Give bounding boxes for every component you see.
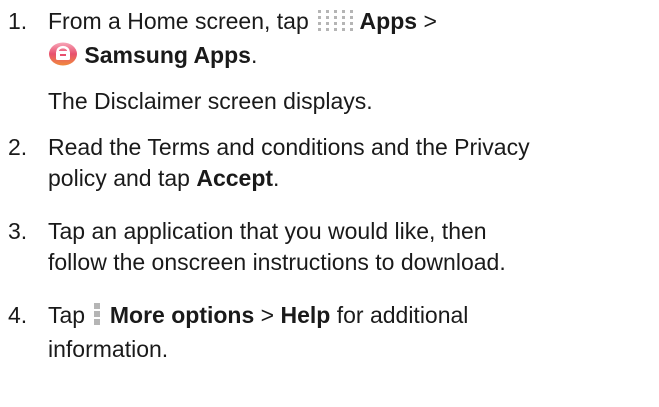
- step-text: follow the onscreen instructions to down…: [48, 249, 506, 275]
- step-number: 1.: [8, 8, 28, 34]
- apps-grid-icon: [315, 8, 354, 40]
- punctuation: .: [250, 42, 258, 68]
- step-number: 3.: [8, 218, 28, 244]
- separator: >: [260, 302, 275, 328]
- samsung-apps-label: Samsung Apps: [84, 42, 251, 68]
- instructions-page: 1. From a Home screen, tap Apps > Samsun…: [0, 0, 659, 407]
- step-text: Tap an application that you would like, …: [48, 218, 487, 244]
- step-body: Tap an application that you would like, …: [48, 216, 653, 278]
- step-number: 4.: [8, 302, 28, 328]
- apps-label: Apps: [359, 8, 418, 34]
- samsung-apps-icon: [48, 40, 78, 74]
- step-text: Read the Terms and conditions and the Pr…: [48, 134, 530, 160]
- step-text: From a Home screen, tap: [48, 8, 309, 34]
- more-options-label: More options: [109, 302, 255, 328]
- punctuation: .: [273, 165, 280, 191]
- step-body: Read the Terms and conditions and the Pr…: [48, 132, 653, 194]
- step-text: Tap: [48, 302, 86, 328]
- step-body: Tap More options > Help for additional i…: [48, 300, 653, 365]
- step-body: From a Home screen, tap Apps > Samsung A…: [48, 6, 653, 74]
- accept-label: Accept: [196, 165, 274, 191]
- separator: >: [423, 8, 437, 34]
- step-number: 2.: [8, 134, 28, 160]
- step-text: information.: [48, 336, 169, 362]
- step-text: for additional: [336, 302, 469, 328]
- step-text: policy and tap: [48, 165, 190, 191]
- step-note: The Disclaimer screen displays.: [48, 88, 373, 114]
- help-label: Help: [280, 302, 331, 328]
- more-options-icon: [91, 302, 103, 334]
